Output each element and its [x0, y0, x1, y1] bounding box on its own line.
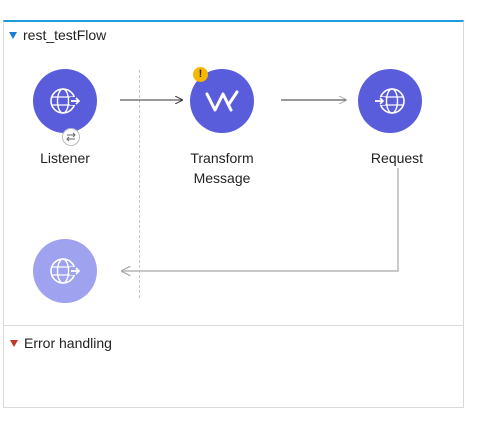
error-handling-divider — [4, 325, 463, 326]
transform-label-line2: Message — [193, 170, 251, 186]
error-handling-header[interactable]: Error handling — [10, 334, 112, 352]
listener-node[interactable] — [33, 69, 97, 133]
request-node[interactable] — [358, 69, 422, 133]
globe-outbound-icon — [374, 88, 405, 114]
listener-response-node[interactable] — [33, 239, 97, 303]
listener-label: Listener — [40, 150, 90, 166]
flow-canvas: rest_testFlow Listener ! Transform Messa… — [0, 0, 480, 425]
globe-inbound-icon — [50, 88, 81, 114]
sync-icon — [62, 128, 80, 146]
flow-connectors — [120, 0, 399, 425]
warning-icon[interactable]: ! — [193, 67, 208, 82]
transform-label-line1: Transform — [190, 150, 254, 166]
error-handling-label: Error handling — [24, 335, 112, 351]
collapse-caret-icon[interactable] — [10, 339, 18, 347]
transform-message-label: Transform Message — [180, 148, 264, 188]
globe-inbound-icon — [50, 258, 81, 284]
request-label: Request — [370, 150, 424, 166]
dataweave-icon — [205, 90, 239, 112]
